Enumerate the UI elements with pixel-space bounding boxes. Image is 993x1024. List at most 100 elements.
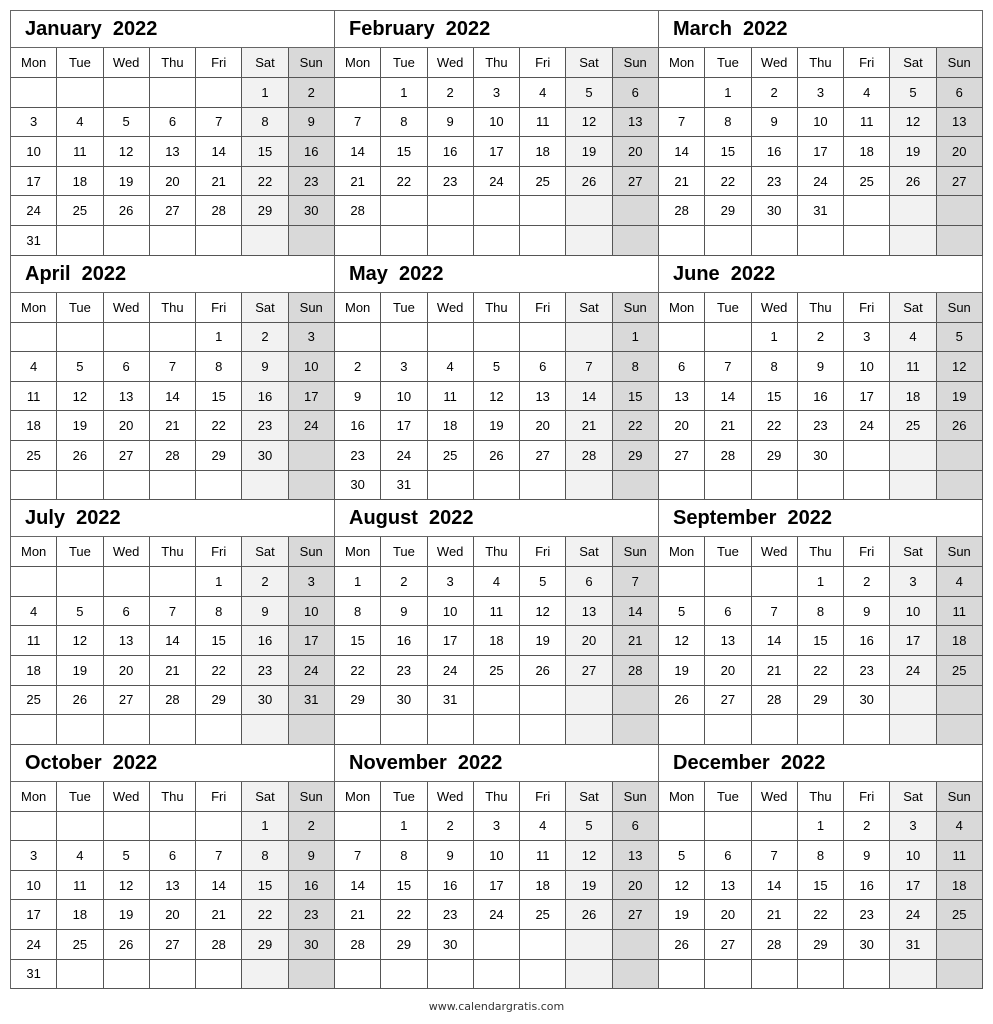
- day-cell: 25: [473, 655, 521, 686]
- day-cell: 21: [659, 166, 706, 197]
- day-cell: 1: [335, 567, 382, 597]
- month-title: May 2022: [335, 255, 659, 293]
- day-cell: 24: [288, 411, 335, 441]
- month-october: October 2022 Mon Tue Wed Thu Fri Sat Sun 1 2 3 4 5 6 7…: [11, 744, 335, 990]
- weekday-sat: Sat: [242, 292, 289, 323]
- weekday-sat: Sat: [566, 48, 613, 78]
- day-cell: 21: [149, 655, 197, 686]
- empty-cell: [797, 470, 845, 501]
- week-row: 13 14 15 16 17 18 19: [659, 381, 983, 412]
- day-cell: 2: [844, 567, 891, 597]
- weekday-fri: Fri: [196, 48, 243, 78]
- weekday-mon: Mon: [335, 292, 382, 323]
- day-cell: 16: [797, 381, 845, 412]
- weekday-fri: Fri: [844, 537, 891, 568]
- day-cell: 14: [335, 870, 382, 901]
- weekday-tue: Tue: [705, 292, 752, 323]
- day-cell: 30: [381, 685, 428, 716]
- week-row: 19 20 21 22 23 24 25: [659, 900, 983, 931]
- weekday-tue: Tue: [57, 537, 104, 568]
- day-cell: 1: [705, 78, 752, 108]
- day-cell: 14: [149, 626, 197, 656]
- empty-cell: [149, 959, 197, 990]
- empty-cell: [103, 715, 150, 745]
- empty-cell: [11, 811, 58, 842]
- weekday-wed: Wed: [427, 537, 474, 568]
- day-cell: 5: [57, 352, 104, 382]
- weekday-mon: Mon: [335, 537, 382, 568]
- day-cell: 28: [705, 440, 752, 471]
- empty-cell: [520, 685, 567, 716]
- day-cell: 2: [288, 811, 335, 842]
- empty-cell: [196, 225, 243, 256]
- website-footer[interactable]: www.calendargratis.com: [0, 1000, 993, 1013]
- day-cell: 30: [751, 196, 798, 226]
- day-cell: 1: [797, 567, 845, 597]
- empty-cell: [751, 567, 798, 597]
- day-cell: 19: [57, 655, 104, 686]
- empty-cell: [11, 322, 58, 353]
- weekday-sun: Sun: [936, 48, 983, 78]
- weekday-header: Mon Tue Wed Thu Fri Sat Sun: [335, 537, 659, 568]
- day-cell: 20: [103, 411, 150, 441]
- day-cell: 24: [890, 655, 937, 686]
- day-cell: 18: [57, 900, 104, 931]
- week-row: 7 8 9 10 11 12 13: [335, 841, 659, 871]
- weekday-header: Mon Tue Wed Thu Fri Sat Sun: [11, 292, 335, 323]
- day-cell: 25: [520, 166, 567, 197]
- day-cell: 20: [705, 900, 752, 931]
- day-cell: 5: [103, 107, 150, 138]
- month-title: November 2022: [335, 744, 659, 782]
- weekday-wed: Wed: [751, 48, 798, 78]
- day-cell: 27: [612, 166, 659, 197]
- month-title: February 2022: [335, 11, 659, 48]
- empty-cell: [473, 685, 521, 716]
- day-cell: 12: [566, 107, 613, 138]
- day-cell: 19: [936, 381, 983, 412]
- empty-cell: [149, 225, 197, 256]
- day-cell: 18: [11, 655, 58, 686]
- empty-cell: [381, 715, 428, 745]
- empty-cell: [381, 959, 428, 990]
- month-row: April 2022 Mon Tue Wed Thu Fri Sat Sun 1 2 3 4 5 6 7 8 9…: [11, 255, 983, 501]
- week-row: 15 16 17 18 19 20 21: [335, 626, 659, 656]
- weekday-fri: Fri: [844, 48, 891, 78]
- day-cell: 8: [196, 596, 243, 627]
- day-cell: 16: [288, 870, 335, 901]
- empty-cell: [242, 225, 289, 256]
- day-cell: 8: [381, 107, 428, 138]
- day-cell: 22: [751, 411, 798, 441]
- week-row: 21 22 23 24 25 26 27: [659, 166, 983, 197]
- day-cell: 12: [890, 107, 937, 138]
- month-november: November 2022 Mon Tue Wed Thu Fri Sat Sun 1 2 3 4 5 6…: [335, 744, 659, 990]
- day-cell: 7: [751, 841, 798, 871]
- week-row: 3456789: [11, 841, 335, 871]
- day-cell: 17: [473, 137, 521, 167]
- month-april: April 2022 Mon Tue Wed Thu Fri Sat Sun 1 2 3 4 5 6 7 8 9…: [11, 255, 335, 501]
- day-cell: 3: [797, 78, 845, 108]
- empty-cell: [11, 78, 58, 108]
- day-cell: 7: [196, 107, 243, 138]
- empty-cell: [520, 322, 567, 353]
- weekday-thu: Thu: [473, 292, 521, 323]
- day-cell: 11: [520, 841, 567, 871]
- week-row: 8 9 10 11 12 13 14: [335, 596, 659, 627]
- empty-cell: [57, 959, 104, 990]
- day-cell: 2: [288, 78, 335, 108]
- day-cell: 18: [936, 626, 983, 656]
- day-cell: 29: [196, 440, 243, 471]
- month-title: July 2022: [11, 500, 335, 538]
- empty-cell: [890, 685, 937, 716]
- day-cell: 31: [797, 196, 845, 226]
- day-cell: 10: [288, 352, 335, 382]
- day-cell: 19: [890, 137, 937, 167]
- day-cell: 30: [797, 440, 845, 471]
- day-cell: 16: [381, 626, 428, 656]
- day-cell: 26: [103, 196, 150, 226]
- day-cell: 17: [844, 381, 891, 412]
- empty-cell: [335, 225, 382, 256]
- weekday-sun: Sun: [936, 292, 983, 323]
- day-cell: 10: [11, 870, 58, 901]
- day-cell: 7: [335, 841, 382, 871]
- day-cell: 20: [520, 411, 567, 441]
